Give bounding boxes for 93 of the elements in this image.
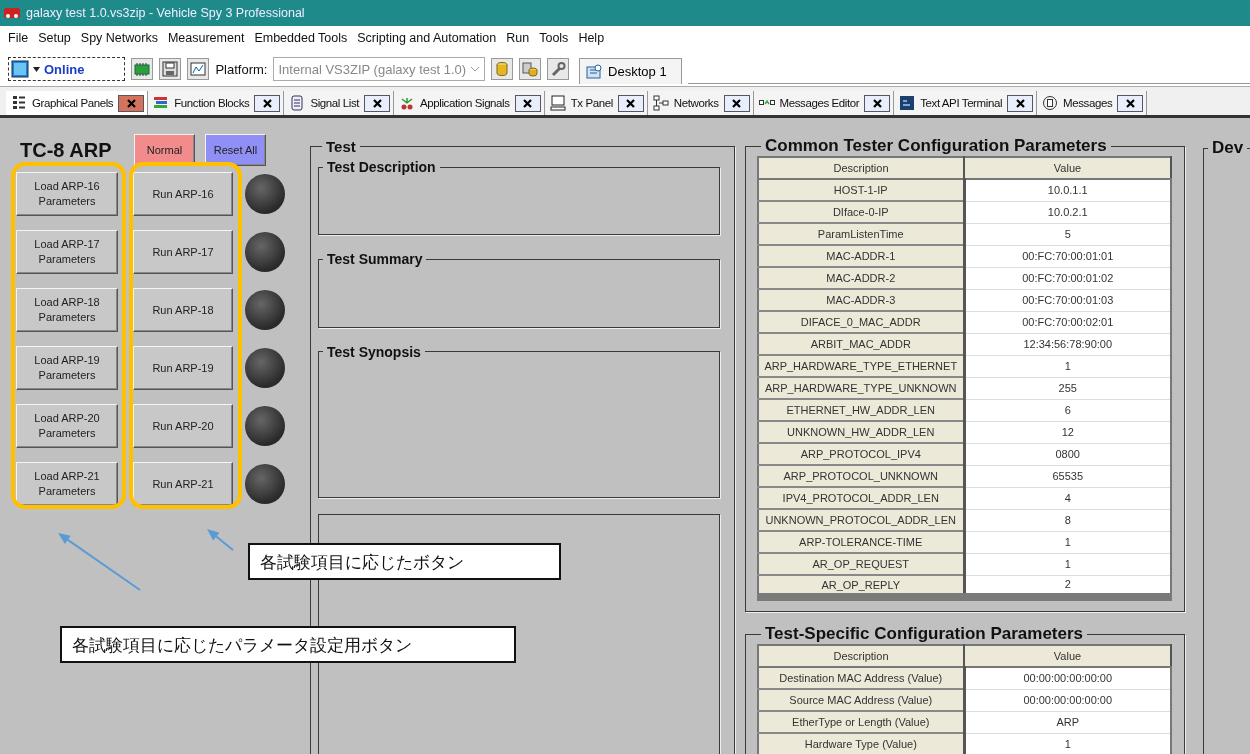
table-cell: ParamListenTime	[758, 223, 964, 245]
mode-button[interactable]: Reset All	[205, 134, 266, 166]
table-cell[interactable]: 1	[964, 733, 1171, 754]
panel-tab[interactable]: Tx Panel	[544, 91, 648, 115]
section-title: Test Summary	[326, 251, 424, 268]
table-cell: Source MAC Address (Value)	[758, 689, 964, 711]
table-cell: Destination MAC Address (Value)	[758, 667, 964, 689]
load-parameters-button[interactable]: Load ARP-20 Parameters	[16, 404, 118, 448]
table-cell: ARP_HARDWARE_TYPE_ETHERNET	[758, 355, 964, 377]
section-title: Test Description	[326, 159, 437, 175]
group-title: Common Tester Configuration Parameters	[764, 136, 1108, 156]
callout-label: 各試験項目に応じたボタン	[248, 543, 561, 580]
panel-tab[interactable]: Signal List	[284, 91, 395, 115]
panel-tab[interactable]: Function Blocks	[148, 91, 285, 115]
table-cell: IPV4_PROTOCOL_ADDR_LEN	[758, 487, 964, 509]
table-cell: UNKNOWN_PROTOCOL_ADDR_LEN	[758, 509, 964, 531]
menu-item[interactable]: Setup	[38, 30, 71, 46]
group-title: Test-Specific Configuration Parameters	[764, 624, 1085, 644]
column-header: Description	[758, 157, 964, 179]
table-cell[interactable]: 10.0.2.1	[964, 201, 1171, 223]
table-cell[interactable]: 6	[964, 399, 1171, 421]
table-cell: AR_OP_REQUEST	[758, 553, 964, 575]
column-header: Value	[964, 157, 1171, 179]
run-test-button[interactable]: Run ARP-19	[133, 346, 233, 390]
table-cell: ARBIT_MAC_ADDR	[758, 333, 964, 355]
panel-tab[interactable]: Application Signals	[394, 91, 545, 115]
panel-title: TC-8 ARP	[19, 138, 113, 162]
run-test-button[interactable]: Run ARP-18	[133, 288, 233, 332]
run-test-button[interactable]: Run ARP-20	[133, 404, 233, 448]
table-cell[interactable]: 255	[964, 377, 1171, 399]
load-parameters-button[interactable]: Load ARP-18 Parameters	[16, 288, 118, 332]
panel-tab[interactable]: Graphical Panels	[6, 91, 149, 115]
window-title: galaxy test 1.0.vs3zip - Vehicle Spy 3 Professional	[26, 6, 305, 20]
panel-tab[interactable]: Networks	[647, 91, 754, 115]
column-header: Value	[964, 645, 1171, 667]
table-cell: MAC-ADDR-2	[758, 267, 964, 289]
table-cell: UNKNOWN_HW_ADDR_LEN	[758, 421, 964, 443]
load-parameters-button[interactable]: Load ARP-17 Parameters	[16, 230, 118, 274]
table-cell: DIface-0-IP	[758, 201, 964, 223]
run-test-button[interactable]: Run ARP-17	[133, 230, 233, 274]
group-title: Dev	[1211, 138, 1245, 158]
section-title: Test Synopsis	[326, 343, 422, 360]
table-cell[interactable]: 10.0.1.1	[964, 179, 1171, 201]
table-cell: ARP_HARDWARE_TYPE_UNKNOWN	[758, 377, 964, 399]
table-cell[interactable]: 1	[964, 531, 1171, 553]
panel-tab[interactable]: Messages Editor	[753, 91, 895, 115]
load-parameters-button[interactable]: Load ARP-19 Parameters	[16, 346, 118, 390]
group-title: Test	[325, 138, 357, 155]
online-mode-button[interactable]: Online	[8, 57, 126, 81]
table-cell: ETHERNET_HW_ADDR_LEN	[758, 399, 964, 421]
table-cell[interactable]: 00:FC:70:00:01:02	[964, 267, 1171, 289]
table-cell: ARP_PROTOCOL_IPV4	[758, 443, 964, 465]
menu-item[interactable]: Run	[506, 30, 530, 46]
table-cell: Hardware Type (Value)	[758, 733, 964, 754]
desktop-tab[interactable]: Desktop 1	[579, 58, 682, 84]
panel-tab[interactable]: Messages	[1037, 91, 1148, 115]
table-cell[interactable]: 4	[964, 487, 1171, 509]
load-parameters-button[interactable]: Load ARP-21 Parameters	[16, 462, 118, 506]
platform-label: Platform:	[215, 61, 268, 77]
table-cell[interactable]: 12	[964, 421, 1171, 443]
column-header: Description	[758, 645, 964, 667]
menu-item[interactable]: File	[8, 30, 29, 46]
table-cell[interactable]: 8	[964, 509, 1171, 531]
table-cell[interactable]: 1	[964, 553, 1171, 575]
table-cell[interactable]: 0800	[964, 443, 1171, 465]
table-cell[interactable]: 00:FC:70:00:01:03	[964, 289, 1171, 311]
menu-item[interactable]: Embedded Tools	[254, 30, 348, 46]
menu-item[interactable]: Spy Networks	[80, 30, 158, 46]
table-cell[interactable]: 5	[964, 223, 1171, 245]
table-cell[interactable]: 65535	[964, 465, 1171, 487]
menu-item[interactable]: Measurement	[167, 30, 245, 46]
menu-item[interactable]: Tools	[539, 30, 569, 46]
run-test-button[interactable]: Run ARP-21	[133, 462, 233, 506]
menu-item[interactable]: Scripting and Automation	[357, 30, 497, 46]
table-cell[interactable]: 00:00:00:00:00:00	[964, 667, 1171, 689]
table-cell: MAC-ADDR-3	[758, 289, 964, 311]
table-cell[interactable]: 00:FC:70:00:01:01	[964, 245, 1171, 267]
table-cell: ARP_PROTOCOL_UNKNOWN	[758, 465, 964, 487]
table-cell: DIFACE_0_MAC_ADDR	[758, 311, 964, 333]
table-cell[interactable]: 00:00:00:00:00:00	[964, 689, 1171, 711]
load-parameters-button[interactable]: Load ARP-16 Parameters	[16, 172, 118, 216]
menu-item[interactable]: Help	[578, 30, 605, 46]
table-cell[interactable]: 1	[964, 355, 1171, 377]
callout-label: 各試験項目に応じたパラメータ設定用ボタン	[60, 626, 516, 663]
table-cell: EtherType or Length (Value)	[758, 711, 964, 733]
table-cell: HOST-1-IP	[758, 179, 964, 201]
table-cell[interactable]: 00:FC:70:00:02:01	[964, 311, 1171, 333]
panel-tab[interactable]: Text API Terminal	[894, 91, 1038, 115]
table-cell: ARP-TOLERANCE-TIME	[758, 531, 964, 553]
table-cell: MAC-ADDR-1	[758, 245, 964, 267]
table-cell[interactable]: ARP	[964, 711, 1171, 733]
table-cell[interactable]: 12:34:56:78:90:00	[964, 333, 1171, 355]
run-test-button[interactable]: Run ARP-16	[133, 172, 233, 216]
